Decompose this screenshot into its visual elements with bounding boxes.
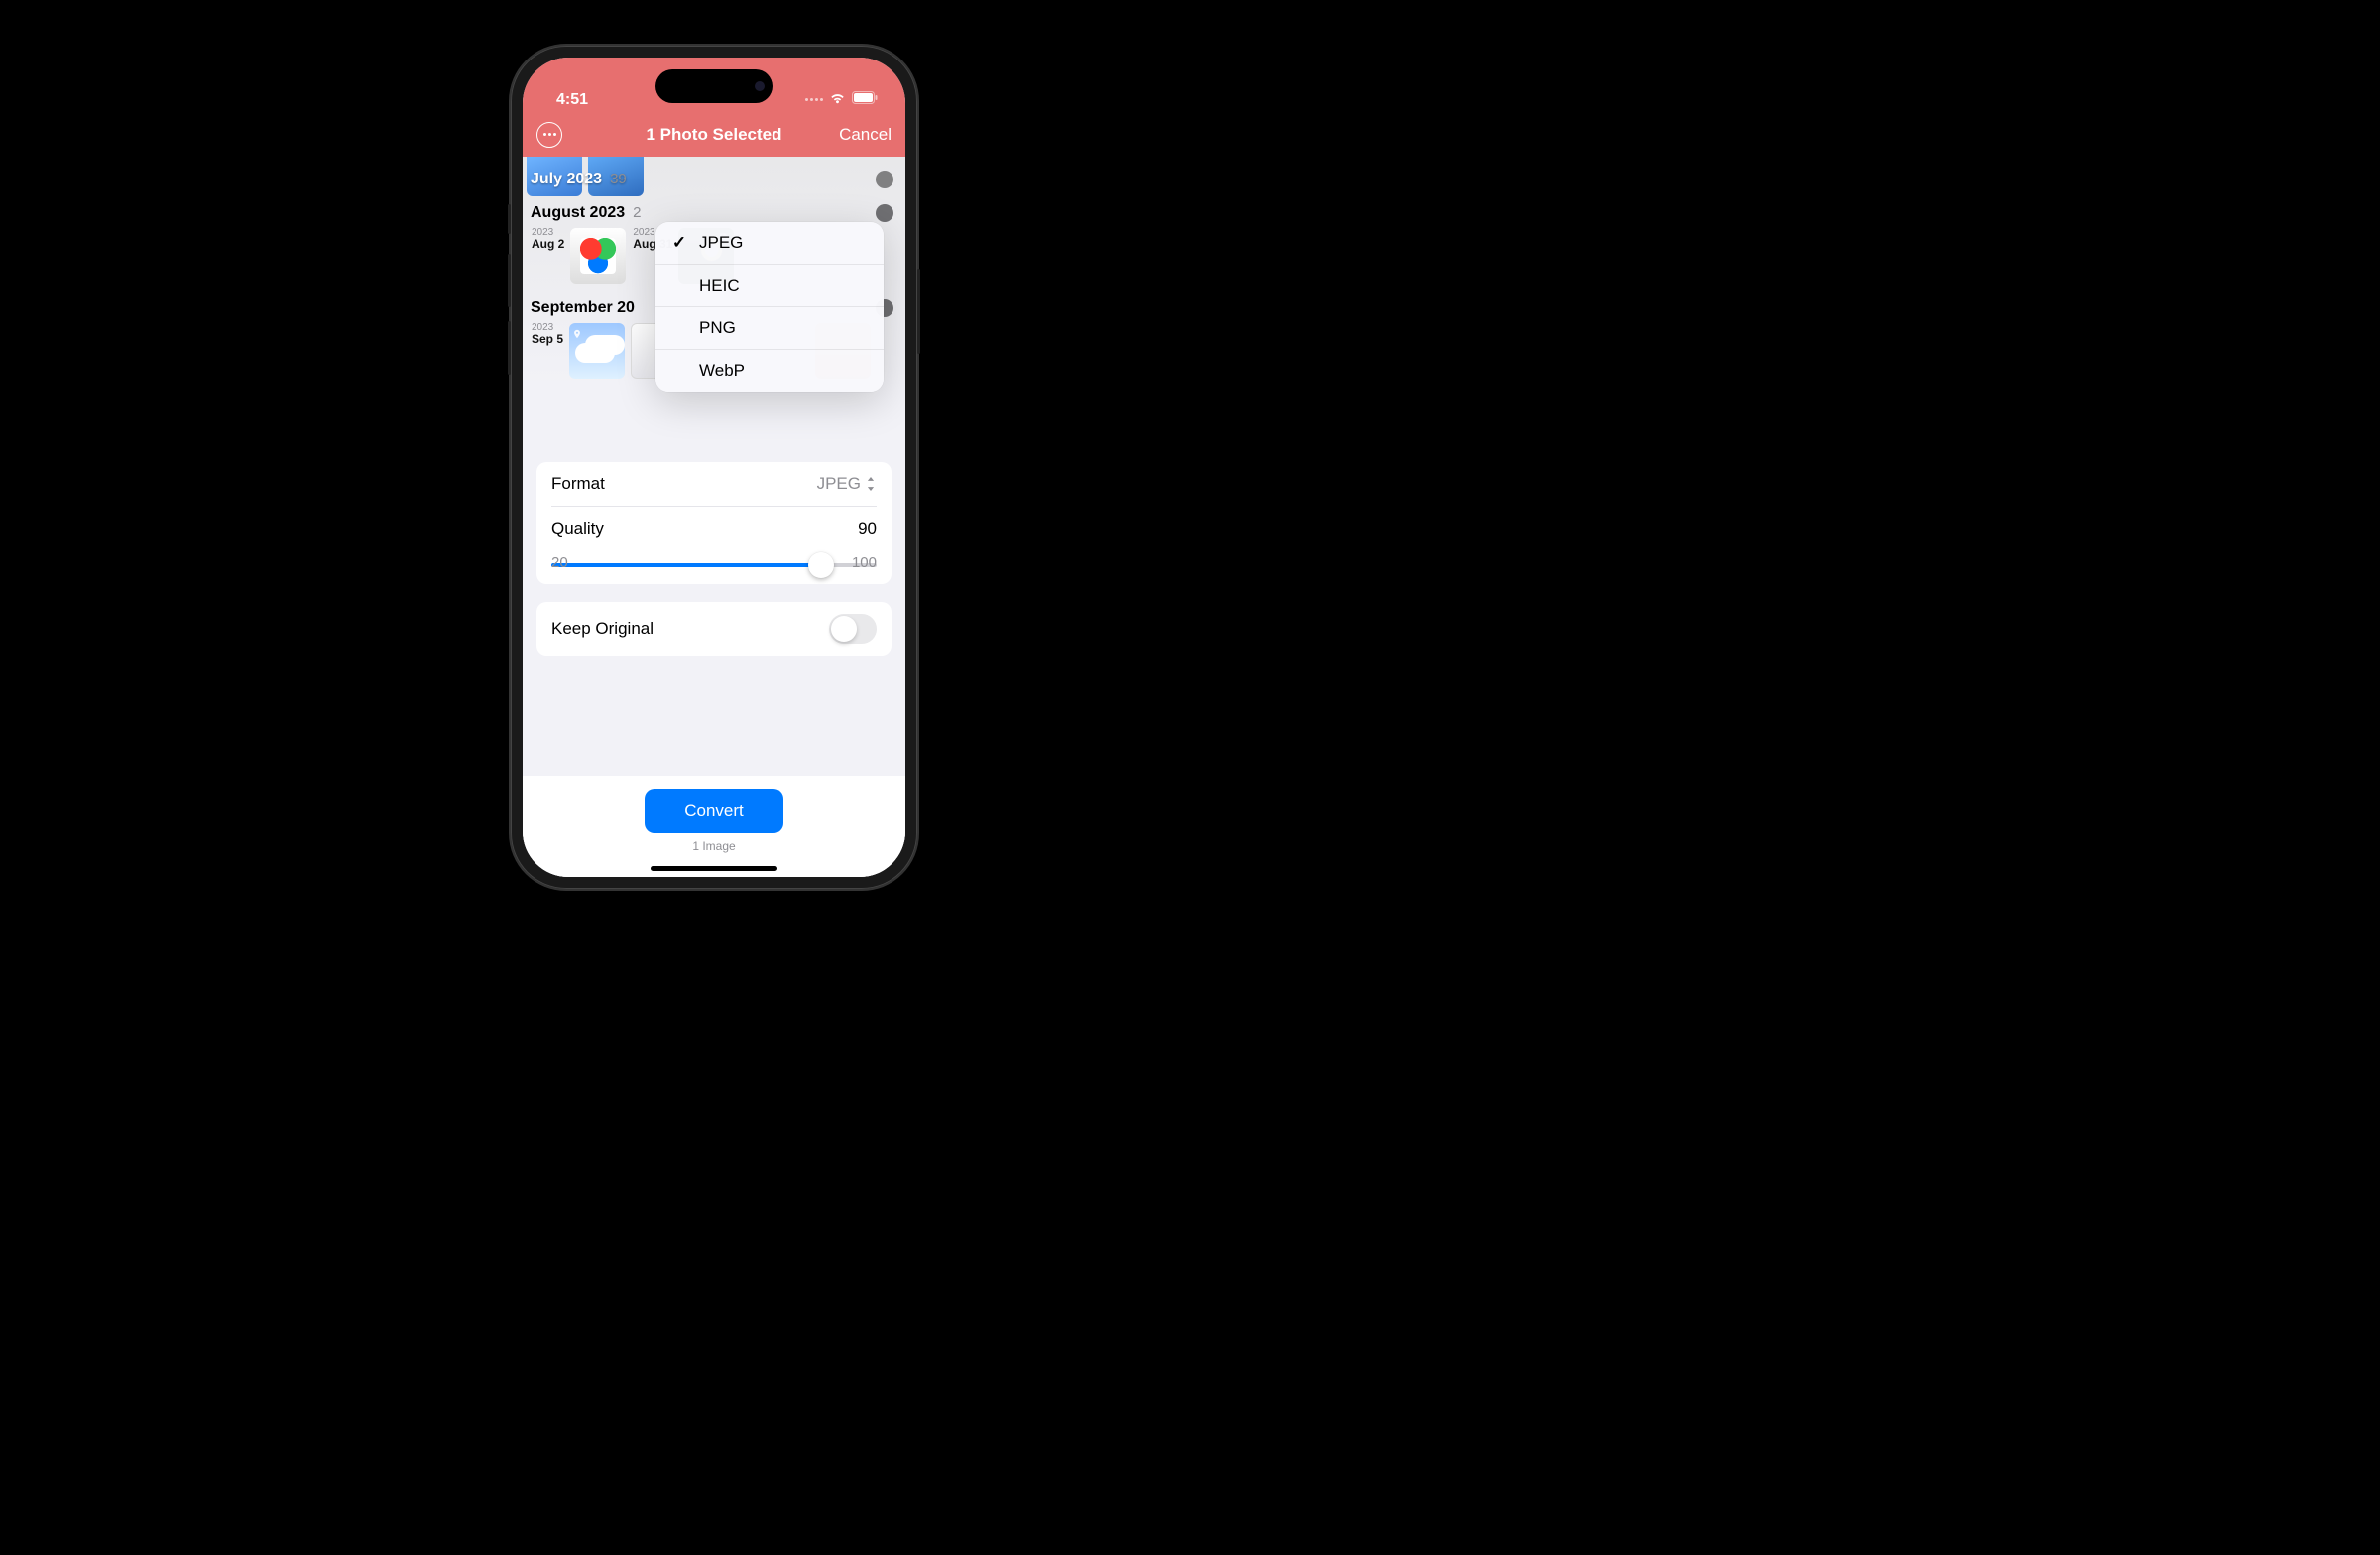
format-label: Format	[551, 474, 605, 494]
select-all-toggle[interactable]	[876, 204, 893, 222]
convert-subtitle: 1 Image	[692, 839, 735, 853]
quality-slider[interactable]	[551, 554, 877, 576]
bottom-bar: Convert 1 Image	[523, 776, 905, 877]
battery-icon	[852, 91, 878, 109]
settings-card: Format JPEG Quality 90	[536, 462, 892, 584]
section-count: 2	[633, 204, 641, 221]
chevron-up-down-icon	[865, 477, 877, 491]
format-option-png[interactable]: PNG	[655, 307, 884, 350]
more-button[interactable]	[536, 122, 562, 148]
phone-frame: 4:51 1 Photo Selected Cancel	[511, 46, 917, 889]
check-icon: ✓	[671, 233, 687, 253]
status-time: 4:51	[556, 91, 588, 109]
format-option-label: WebP	[699, 361, 745, 381]
section-title: September 20	[531, 299, 635, 317]
volume-button	[508, 204, 511, 234]
format-option-webp[interactable]: WebP	[655, 350, 884, 392]
quality-row: Quality 90	[536, 507, 892, 550]
volume-button	[508, 254, 511, 307]
photo-day: Aug 2	[532, 237, 564, 251]
format-option-jpeg[interactable]: ✓ JPEG	[655, 222, 884, 265]
format-option-label: HEIC	[699, 276, 740, 296]
keep-original-label: Keep Original	[551, 619, 654, 639]
month-section-july[interactable]: July 2023 39	[523, 157, 905, 196]
section-count: 39	[610, 171, 627, 187]
format-option-label: PNG	[699, 318, 736, 338]
keep-original-card: Keep Original	[536, 602, 892, 656]
select-all-toggle[interactable]	[876, 171, 893, 188]
section-title: August 2023	[531, 204, 625, 222]
screen: 4:51 1 Photo Selected Cancel	[523, 58, 905, 877]
options-sheet: ✓JPEG HEIC PNG WebP Format JPEG Quality …	[523, 387, 905, 877]
quality-label: Quality	[551, 519, 604, 538]
section-title: July 2023	[531, 171, 602, 188]
power-button	[917, 269, 920, 354]
format-option-label: JPEG	[699, 233, 743, 253]
keep-original-toggle[interactable]	[829, 614, 877, 644]
volume-button	[508, 321, 511, 375]
photo-year: 2023	[633, 227, 654, 238]
photo-thumb[interactable]	[569, 323, 625, 379]
format-option-heic[interactable]: HEIC	[655, 265, 884, 307]
photo-year: 2023	[532, 227, 553, 238]
location-icon	[572, 326, 582, 336]
dynamic-island	[655, 69, 773, 103]
photo-year: 2023	[532, 322, 553, 333]
quality-value: 90	[858, 519, 877, 538]
photo-day: Sep 5	[532, 332, 563, 346]
format-row[interactable]: Format JPEG	[536, 462, 892, 506]
wifi-icon	[829, 91, 846, 109]
photo-thumb[interactable]	[570, 228, 626, 284]
cellular-icon	[805, 98, 823, 101]
format-dropdown: ✓ JPEG HEIC PNG WebP	[655, 222, 884, 392]
format-value: JPEG	[817, 474, 861, 494]
home-indicator[interactable]	[651, 866, 777, 871]
nav-bar: 1 Photo Selected Cancel	[523, 113, 905, 157]
convert-button[interactable]: Convert	[645, 789, 783, 833]
cancel-button[interactable]: Cancel	[820, 125, 892, 145]
nav-title: 1 Photo Selected	[647, 125, 782, 145]
